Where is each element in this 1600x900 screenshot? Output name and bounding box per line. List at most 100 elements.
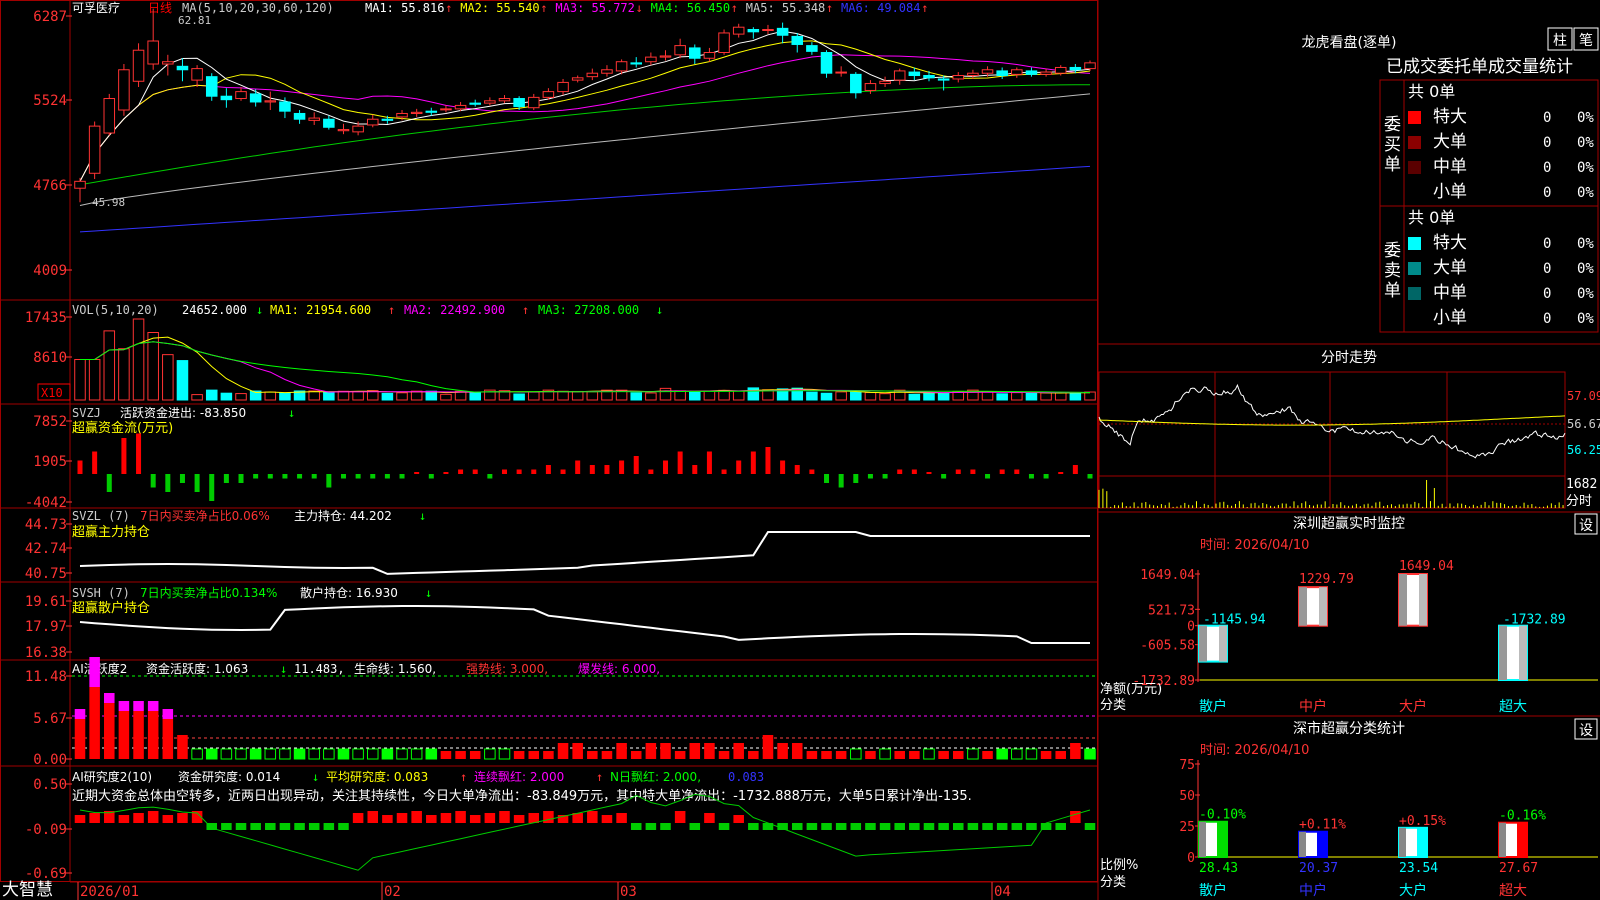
ai2-bar (865, 823, 876, 830)
ai2-e: 0.083 (728, 770, 764, 784)
monitor-time: 时间: 2026/04/10 (1200, 538, 1309, 553)
monitor-settings-label[interactable]: 设 (1579, 518, 1593, 534)
ai1-bar-burst (162, 709, 174, 719)
ma3-line (79, 54, 1091, 182)
dragon-row-count: 0 (1543, 185, 1551, 201)
intraday-panel[interactable]: 分时走势 57.09 56.67 56.25 1682 分时 (1098, 350, 1600, 509)
dragon-side-label: 委 (1384, 241, 1401, 261)
y-tick-label: -0.09 (25, 822, 67, 838)
ai1-bar (440, 751, 452, 759)
dragon-row-label: 小单 (1433, 308, 1467, 328)
monitor-panel[interactable]: 深圳超赢实时监控 设 时间: 2026/04/10 1649.04 521.73 0… (1100, 513, 1598, 715)
period-label[interactable]: 日线 (148, 1, 172, 15)
candle-body (205, 76, 218, 97)
volume-bar (396, 392, 408, 401)
candle-body (176, 65, 189, 71)
volume-bar (732, 390, 745, 401)
ai1-bar-burst (74, 709, 86, 719)
ai2-bar (660, 823, 671, 830)
ma-value-4: MA4: 56.450 (651, 1, 730, 15)
svzj-bar (165, 474, 171, 492)
volume-panel[interactable]: VOL(5,10,20) 24652.000 ↓ MA1: 21954.600 ↑ MA2… (25, 303, 1096, 401)
classify-panel[interactable]: 深市超赢分类统计 设 时间: 2026/04/10 75 50 25 0 -0.10% 2… (1100, 718, 1598, 899)
stock-chart-terminal[interactable]: 可孚医疗 日线 MA(5,10,20,30,60,120) MA1: 55.81… (0, 0, 1600, 900)
ma6-line (79, 165, 1091, 233)
ma1-line (79, 30, 1091, 182)
ai1-bar (996, 748, 1008, 760)
volume-bar (118, 348, 130, 401)
monitor-y-tick: 1649.04 (1140, 568, 1195, 583)
svzj-bar (765, 447, 771, 474)
ai1-bar (1025, 748, 1038, 760)
candle-body (689, 47, 701, 59)
ai1-bar (952, 751, 964, 759)
ma-value-3: MA3: 55.772 (555, 1, 634, 15)
intraday-volume-bars (1098, 480, 1564, 508)
svzj-bar (985, 474, 991, 479)
volume-bar (191, 394, 203, 401)
classify-settings-label[interactable]: 设 (1579, 723, 1593, 739)
y-tick-label: 0.50 (33, 777, 67, 793)
ma-arrow-3: ↓ (636, 1, 643, 15)
ai-activity-panel[interactable]: AI活跃度2资金活跃度: 1.063↓11.483,生命线: 1.560,强势线… (25, 657, 1096, 768)
volume-bar (747, 387, 760, 401)
ai2-bar (426, 815, 437, 823)
y-tick-label: 4009 (33, 263, 67, 279)
ai1-burst: 爆发线: 6.000, (578, 661, 660, 676)
svzj-bar (706, 451, 712, 474)
ai2-bar (543, 811, 554, 823)
volume-bar (1069, 392, 1082, 401)
ai1-bar (293, 748, 306, 760)
ai2-bar (484, 813, 496, 823)
main-panel[interactable]: 可孚医疗 日线 MA(5,10,20,30,60,120) MA1: 55.81… (33, 1, 1096, 279)
monitor-y-tick: 521.73 (1148, 603, 1195, 618)
svzj-bar (77, 460, 83, 474)
tab-bar-label[interactable]: 柱 (1553, 33, 1567, 49)
ai1-bar (894, 751, 905, 759)
svzj-bar (867, 474, 873, 479)
ai2-bar (294, 823, 305, 830)
dragon-color-swatch (1408, 262, 1421, 275)
ai1-bar (89, 687, 100, 759)
monitor-category-label: 散户 (1199, 698, 1227, 715)
vol-unit: X10 (41, 386, 63, 400)
candle-body (88, 125, 101, 174)
svzj-bar (941, 474, 947, 479)
monitor-bar-shade (1499, 625, 1507, 680)
ai2-arrow-c: ↑ (596, 770, 603, 784)
svzj-bar (414, 472, 420, 474)
volume-bar (630, 392, 643, 401)
svzj-bar (531, 469, 537, 474)
svzj-bar (1028, 474, 1034, 479)
tab-tick-label[interactable]: 笔 (1579, 33, 1593, 49)
candle-body (220, 95, 233, 101)
ai2-bar (879, 823, 891, 830)
svzj-panel[interactable]: SVZJ 活跃资金进出: -83.850 ↓ 超赢资金流(万元) 7852 1905 -4… (25, 405, 1093, 511)
volume-bar (674, 390, 686, 401)
classify-title: 深市超赢分类统计 (1293, 720, 1405, 737)
candle-body (191, 68, 203, 81)
classify-time: 时间: 2026/04/10 (1200, 743, 1309, 758)
monitor-category-label: 大户 (1399, 698, 1427, 715)
svzj-bar (721, 469, 727, 474)
ai2-bar (89, 813, 100, 823)
ai1-bar (104, 703, 115, 759)
ai2-bar (177, 813, 188, 823)
vol-ma3: MA3: 27208.000 (538, 303, 639, 317)
ai-research-panel[interactable]: AI研究度2(10) 资金研究度: 0.014 ↓ 平均研究度: 0.083 ↑ 连续飘红… (25, 769, 1096, 882)
svsh-panel[interactable]: SVSH (7) 7日内买卖净占比0.134% 散户持仓: 16.930 ↓ 超赢散户持… (25, 585, 1090, 661)
ai1-bar (923, 748, 935, 760)
ma-arrow-6: ↑ (921, 1, 928, 15)
ai2-bar (469, 815, 481, 823)
svzj-bar (809, 469, 815, 474)
svzj-bar (282, 474, 288, 479)
ai2-bar (118, 815, 130, 823)
svzl-panel[interactable]: SVZL (7) 7日内买卖净占比0.06% 主力持仓: 44.202 ↓ 超赢主力持仓… (25, 508, 1090, 582)
monitor-bar-shade (1399, 574, 1407, 626)
ai2-name: AI研究度2(10) (72, 769, 152, 784)
dragon-panel[interactable]: 龙虎看盘(逐单) 柱 笔 已成交委托单成交量统计 委买单共 0单特大 0 0%大单 0… (1302, 27, 1599, 333)
svzj-bars (77, 433, 1093, 501)
dragon-row-pct: 0% (1577, 185, 1594, 201)
dragon-table: 委买单共 0单特大 0 0%大单 0 0%中单 0 0%小单 0 0%委卖单共 0单特大 0 0%大… (1379, 79, 1599, 333)
ai1-activity: 资金活跃度: 1.063 (146, 661, 248, 676)
